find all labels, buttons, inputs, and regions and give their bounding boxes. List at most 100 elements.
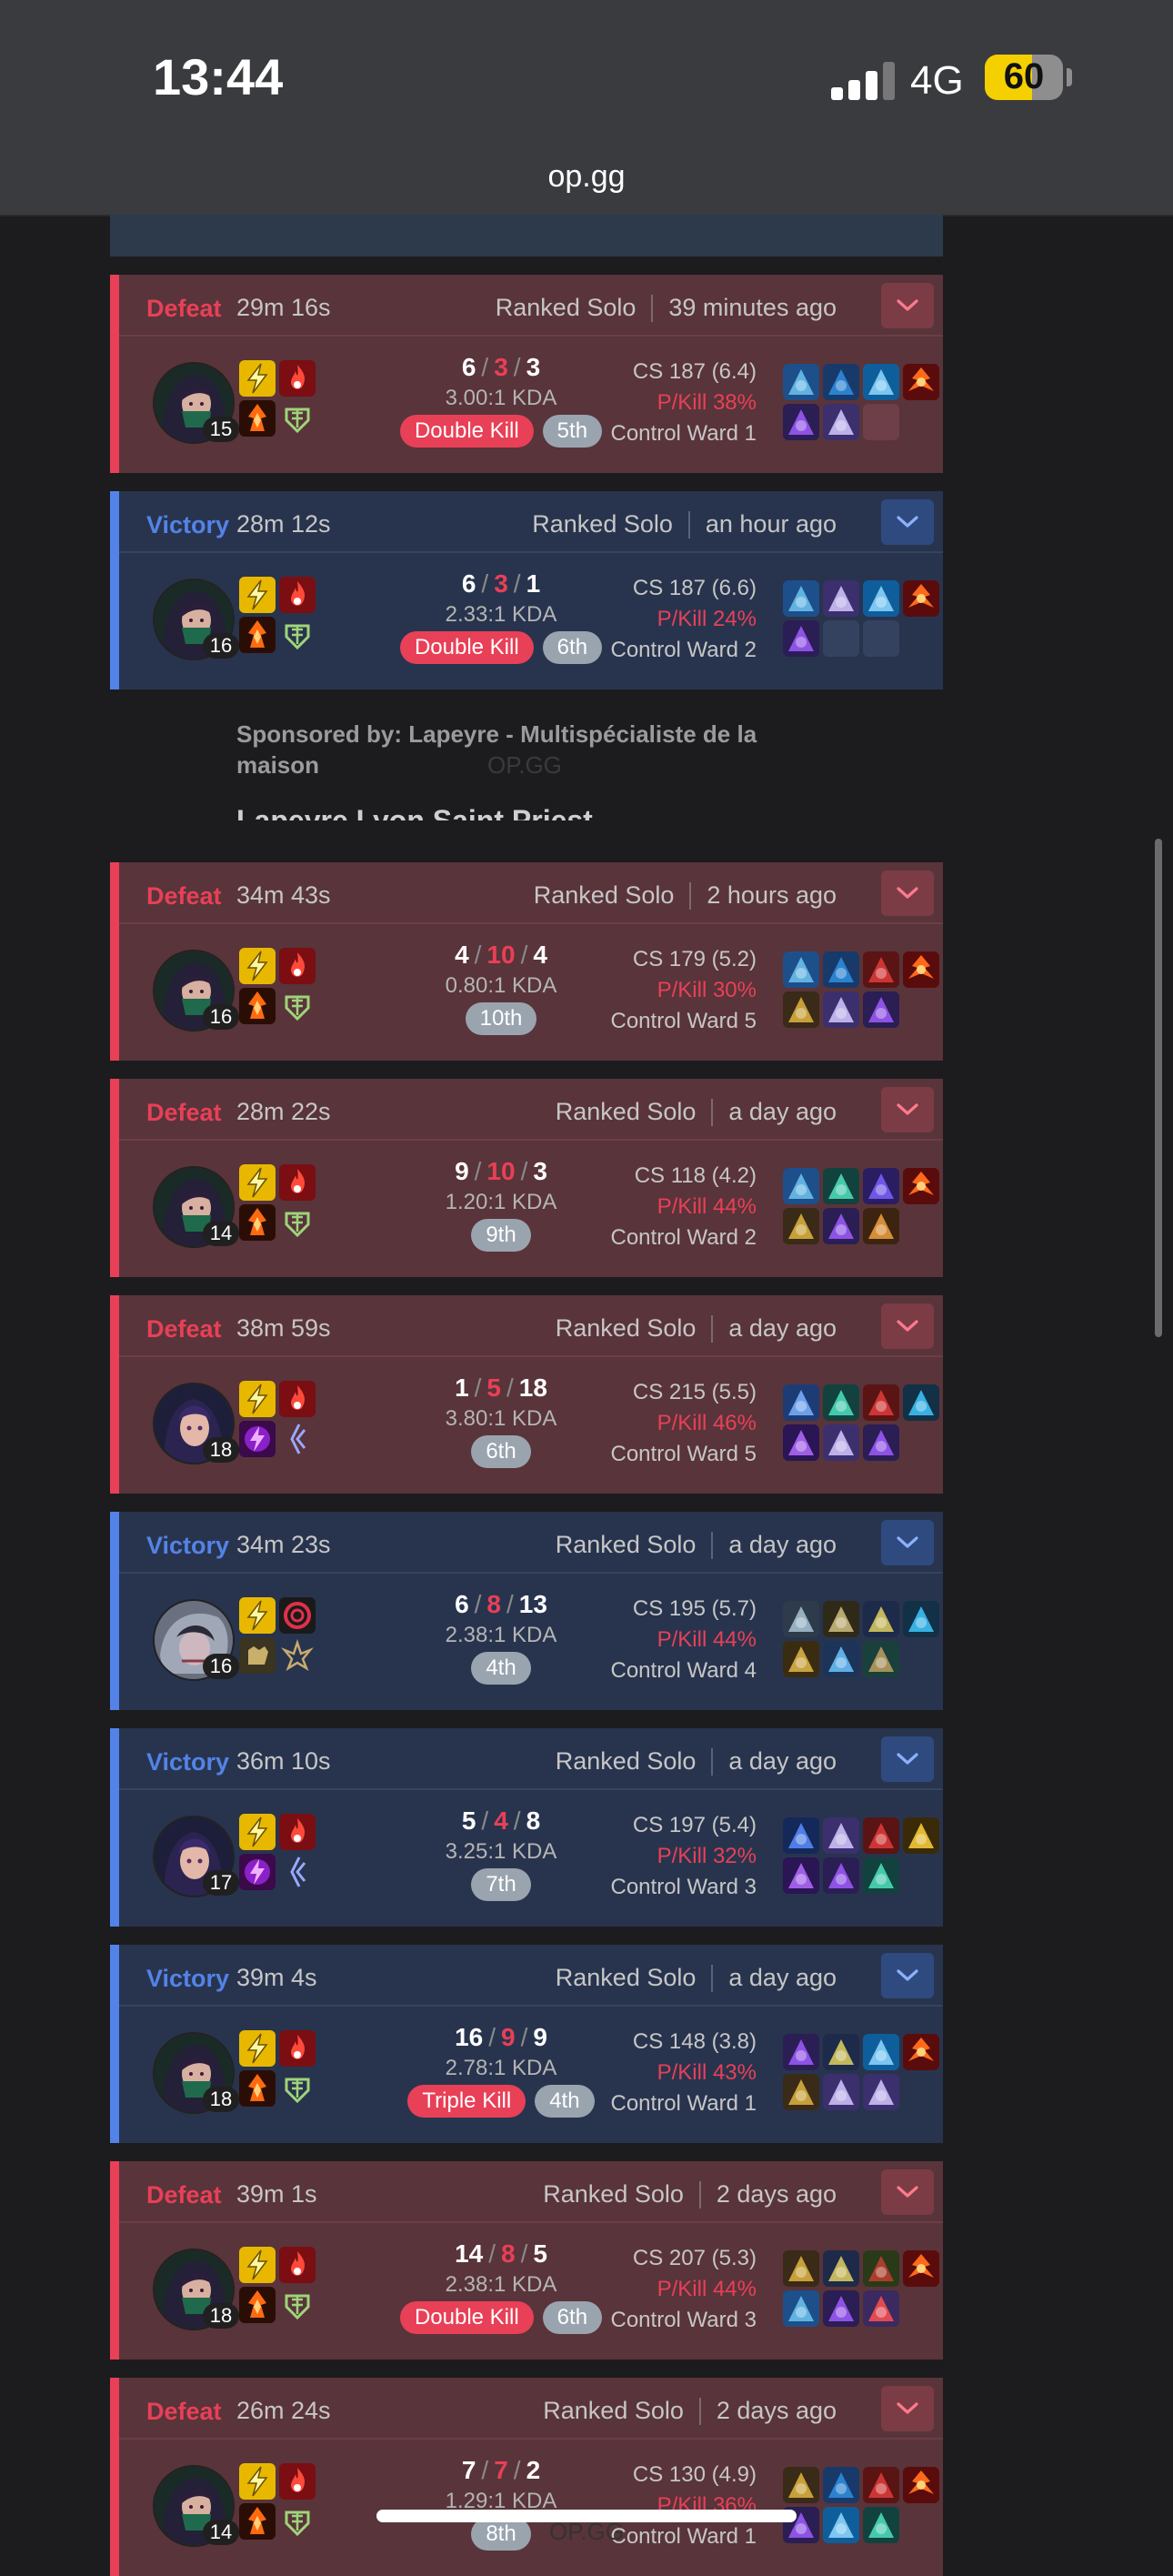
flash-icon[interactable]	[239, 577, 276, 613]
ad-title[interactable]: Lapeyre Lyon Saint Priest	[236, 800, 593, 820]
ignite-icon[interactable]	[279, 948, 316, 984]
item-icon[interactable]	[783, 2290, 819, 2327]
precision-rune-icon[interactable]	[279, 1637, 316, 1674]
trinket-item-icon[interactable]	[903, 2250, 939, 2287]
ignite-icon[interactable]	[279, 2463, 316, 2500]
item-icon[interactable]	[863, 951, 899, 988]
flash-icon[interactable]	[239, 1164, 276, 1201]
flash-icon[interactable]	[239, 1597, 276, 1634]
item-icon[interactable]	[783, 2467, 819, 2503]
expand-match-button[interactable]	[881, 499, 934, 545]
match-card[interactable]: Defeat 28m 22s Ranked Solo a day ago 14 …	[110, 1079, 943, 1277]
conqueror-rune-icon[interactable]	[239, 400, 276, 437]
item-icon[interactable]	[863, 1424, 899, 1461]
trinket-item-icon[interactable]	[903, 1817, 939, 1854]
item-icon[interactable]	[823, 1601, 859, 1637]
item-icon[interactable]	[783, 1857, 819, 1894]
item-icon[interactable]	[783, 1601, 819, 1637]
expand-match-button[interactable]	[881, 1087, 934, 1132]
item-icon[interactable]	[863, 1817, 899, 1854]
trinket-item-icon[interactable]	[903, 1601, 939, 1637]
match-card[interactable]: Defeat 26m 24s Ranked Solo 2 days ago 14…	[110, 2378, 943, 2576]
ignite-icon[interactable]	[279, 577, 316, 613]
item-icon[interactable]	[783, 2034, 819, 2070]
flash-icon[interactable]	[239, 2247, 276, 2283]
resolve-rune-icon[interactable]	[279, 617, 316, 653]
conqueror-rune-icon[interactable]	[239, 1204, 276, 1241]
item-icon[interactable]	[783, 1641, 819, 1677]
flash-icon[interactable]	[239, 2463, 276, 2500]
item-icon[interactable]	[783, 1208, 819, 1244]
item-icon[interactable]	[823, 951, 859, 988]
conqueror-rune-icon[interactable]	[239, 2287, 276, 2323]
item-icon[interactable]	[783, 991, 819, 1028]
expand-match-button[interactable]	[881, 2386, 934, 2431]
trinket-item-icon[interactable]	[903, 951, 939, 988]
trinket-item-icon[interactable]	[903, 2034, 939, 2070]
flash-icon[interactable]	[239, 948, 276, 984]
item-icon[interactable]	[823, 580, 859, 617]
resolve-rune-icon[interactable]	[279, 400, 316, 437]
item-icon[interactable]	[823, 1168, 859, 1204]
electrocute-rune-icon[interactable]	[239, 1421, 276, 1457]
flash-icon[interactable]	[239, 1381, 276, 1417]
sponsored-ad[interactable]: Sponsored by: Lapeyre - Multispécialiste…	[110, 708, 943, 844]
match-card[interactable]: Victory 39m 4s Ranked Solo a day ago 18 …	[110, 1945, 943, 2143]
trinket-item-icon[interactable]	[903, 2467, 939, 2503]
expand-match-button[interactable]	[881, 283, 934, 328]
match-card[interactable]: Defeat 39m 1s Ranked Solo 2 days ago 18 …	[110, 2161, 943, 2360]
spiral-spell-icon[interactable]	[279, 1597, 316, 1634]
expand-match-button[interactable]	[881, 2169, 934, 2215]
item-icon[interactable]	[783, 1168, 819, 1204]
expand-match-button[interactable]	[881, 1736, 934, 1782]
item-icon[interactable]	[863, 991, 899, 1028]
item-icon[interactable]	[863, 2074, 899, 2110]
match-card[interactable]: Defeat 34m 43s Ranked Solo 2 hours ago 1…	[110, 862, 943, 1061]
sorcery-rune-icon[interactable]	[279, 1854, 316, 1890]
address-bar-url[interactable]: op.gg	[0, 159, 1173, 195]
item-icon[interactable]	[783, 2250, 819, 2287]
trinket-item-icon[interactable]	[903, 1384, 939, 1421]
item-icon[interactable]	[863, 364, 899, 400]
electrocute-rune-icon[interactable]	[239, 1854, 276, 1890]
expand-match-button[interactable]	[881, 1953, 934, 1998]
item-icon[interactable]	[783, 580, 819, 617]
trinket-item-icon[interactable]	[903, 580, 939, 617]
item-icon[interactable]	[823, 1857, 859, 1894]
item-icon[interactable]	[823, 2467, 859, 2503]
item-icon[interactable]	[823, 1208, 859, 1244]
item-icon[interactable]	[783, 2074, 819, 2110]
item-icon[interactable]	[863, 1857, 899, 1894]
item-icon[interactable]	[863, 1641, 899, 1677]
item-icon[interactable]	[863, 1168, 899, 1204]
match-card[interactable]: Victory 34m 23s Ranked Solo a day ago 16…	[110, 1512, 943, 1710]
item-icon[interactable]	[863, 580, 899, 617]
conqueror-rune-icon[interactable]	[239, 617, 276, 653]
resolve-rune-icon[interactable]	[279, 2287, 316, 2323]
ignite-icon[interactable]	[279, 1814, 316, 1850]
trinket-item-icon[interactable]	[903, 364, 939, 400]
expand-match-button[interactable]	[881, 870, 934, 916]
item-icon[interactable]	[783, 364, 819, 400]
flash-icon[interactable]	[239, 1814, 276, 1850]
item-icon[interactable]	[863, 2290, 899, 2327]
item-icon[interactable]	[823, 1384, 859, 1421]
expand-match-button[interactable]	[881, 1303, 934, 1349]
expand-match-button[interactable]	[881, 1520, 934, 1565]
item-icon[interactable]	[823, 2074, 859, 2110]
item-icon[interactable]	[783, 1424, 819, 1461]
resolve-rune-icon[interactable]	[279, 2070, 316, 2107]
item-icon[interactable]	[823, 404, 859, 440]
ignite-icon[interactable]	[279, 1381, 316, 1417]
flash-icon[interactable]	[239, 2030, 276, 2067]
item-icon[interactable]	[823, 2034, 859, 2070]
item-icon[interactable]	[823, 1424, 859, 1461]
item-icon[interactable]	[823, 1641, 859, 1677]
conqueror-rune-icon[interactable]	[239, 2070, 276, 2107]
ignite-icon[interactable]	[279, 360, 316, 397]
item-icon[interactable]	[783, 1817, 819, 1854]
trinket-item-icon[interactable]	[903, 1168, 939, 1204]
item-icon[interactable]	[783, 951, 819, 988]
match-card[interactable]: Defeat 29m 16s Ranked Solo 39 minutes ag…	[110, 275, 943, 473]
ignite-icon[interactable]	[279, 2247, 316, 2283]
